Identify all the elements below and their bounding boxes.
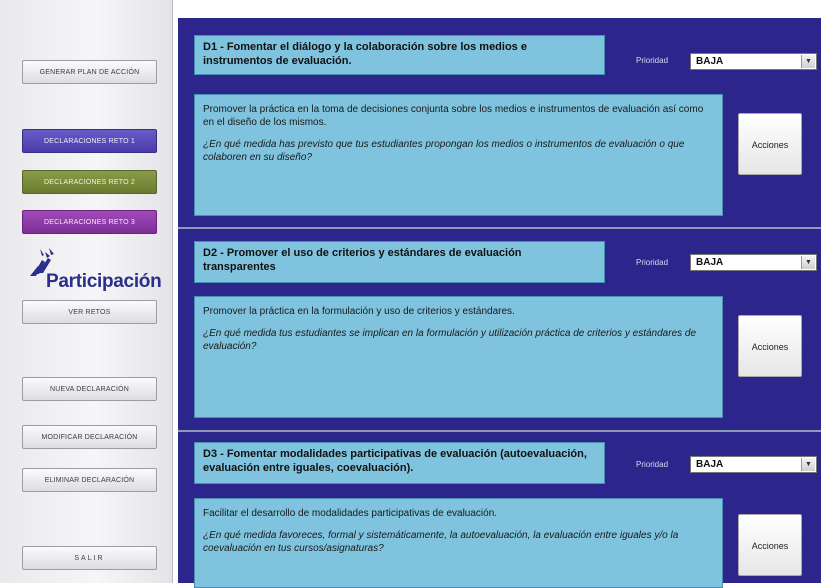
priority-select[interactable]: BAJA ▼ [690, 456, 817, 473]
declaration-description-box: Facilitar el desarrollo de modalidades p… [194, 498, 723, 588]
declaraciones-reto-3-button[interactable]: DECLARACIONES RETO 3 [22, 210, 157, 234]
declaration-description-box: Promover la práctica en la formulación y… [194, 296, 723, 418]
declaration-title: D1 - Fomentar el diálogo y la colaboraci… [194, 35, 605, 75]
section-divider [178, 430, 821, 432]
declaration-question: ¿En qué medida has previsto que tus estu… [203, 139, 685, 163]
logo-text: Participación [46, 271, 162, 292]
modificar-declaracion-button[interactable]: MODIFICAR DECLARACIÓN [22, 425, 157, 449]
declaration-description: Promover la práctica en la formulación y… [203, 306, 515, 317]
chevron-down-icon[interactable]: ▼ [801, 256, 815, 269]
sidebar: GENERAR PLAN DE ACCIÓN DECLARACIONES RET… [0, 0, 173, 583]
declaraciones-reto-1-button[interactable]: DECLARACIONES RETO 1 [22, 129, 157, 153]
declaration-description: Promover la práctica en la toma de decis… [203, 104, 704, 128]
priority-value: BAJA [696, 459, 724, 470]
chevron-down-icon[interactable]: ▼ [801, 458, 815, 471]
priority-select[interactable]: BAJA ▼ [690, 53, 817, 70]
priority-value: BAJA [696, 56, 724, 67]
declarations-panel: D1 - Fomentar el diálogo y la colaboraci… [178, 18, 821, 588]
generar-plan-button[interactable]: GENERAR PLAN DE ACCIÓN [22, 60, 157, 84]
ver-retos-button[interactable]: VER RETOS [22, 300, 157, 324]
section-divider [178, 227, 821, 229]
priority-label: Prioridad [636, 56, 669, 65]
declaration-description: Facilitar el desarrollo de modalidades p… [203, 508, 498, 519]
nueva-declaracion-button[interactable]: NUEVA DECLARACIÓN [22, 377, 157, 401]
eliminar-declaracion-button[interactable]: ELIMINAR DECLARACIÓN [22, 468, 157, 492]
acciones-button[interactable]: Acciones [738, 113, 802, 175]
acciones-button[interactable]: Acciones [738, 315, 802, 377]
declaration-description-box: Promover la práctica en la toma de decis… [194, 94, 723, 216]
priority-select[interactable]: BAJA ▼ [690, 254, 817, 271]
priority-label: Prioridad [636, 460, 669, 469]
priority-value: BAJA [696, 257, 724, 268]
declaration-title: D2 - Promover el uso de criterios y está… [194, 241, 605, 283]
declaration-title: D3 - Fomentar modalidades participativas… [194, 442, 605, 484]
acciones-button[interactable]: Acciones [738, 514, 802, 576]
declaration-question: ¿En qué medida favoreces, formal y siste… [203, 530, 679, 554]
chevron-down-icon[interactable]: ▼ [801, 55, 815, 68]
declaraciones-reto-2-button[interactable]: DECLARACIONES RETO 2 [22, 170, 157, 194]
declaration-question: ¿En qué medida tus estudiantes se implic… [203, 328, 697, 352]
salir-button[interactable]: SALIR [22, 546, 157, 570]
priority-label: Prioridad [636, 258, 669, 267]
